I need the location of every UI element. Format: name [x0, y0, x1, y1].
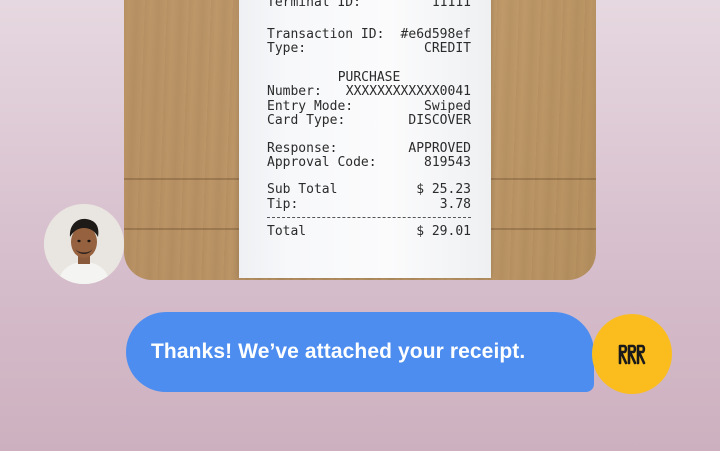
receipt-row-number: Number: XXXXXXXXXXXX0041	[267, 85, 471, 99]
receipt-value: 11111	[431, 0, 471, 10]
receipt-value: $ 29.01	[416, 224, 471, 239]
receipt-row-response: Response: APPROVED	[267, 142, 471, 156]
receipt-label: Transaction ID:	[267, 27, 385, 42]
receipt-row-type: Type: CREDIT	[267, 42, 471, 56]
receipt-label: Tip:	[267, 197, 299, 212]
customer-avatar[interactable]	[44, 204, 124, 284]
receipt-label: Response:	[267, 141, 338, 156]
receipt-paper: Terminal ID: 11111 Transaction ID: #e6d5…	[239, 0, 491, 278]
receipt-row-subtotal: Sub Total $ 25.23	[267, 183, 471, 197]
receipt-photo[interactable]: Terminal ID: 11111 Transaction ID: #e6d5…	[124, 0, 596, 280]
receipt-label: Type:	[267, 41, 307, 56]
receipt-value: APPROVED	[408, 141, 471, 156]
receipt-row-approval: Approval Code: 819543	[267, 156, 471, 170]
receipt-value: XXXXXXXXXXXX0041	[345, 84, 471, 99]
receipt-row-terminal: Terminal ID: 11111	[267, 0, 471, 10]
receipt-value: 819543	[424, 155, 471, 170]
receipt-divider	[267, 217, 471, 218]
receipt-label: Sub Total	[267, 182, 338, 197]
receipt-value: $ 25.23	[416, 182, 471, 197]
receipt-label: Total	[267, 224, 307, 239]
receipt-row-total: Total $ 29.01	[267, 225, 471, 239]
receipt-value: CREDIT	[424, 41, 471, 56]
receipt-value: 3.78	[439, 197, 471, 212]
receipt-label: Card Type:	[267, 113, 346, 128]
receipt-value: #e6d598ef	[400, 27, 471, 42]
receipt-row-entry-mode: Entry Mode: Swiped	[267, 100, 471, 114]
message-text: Thanks! We’ve attached your receipt.	[151, 340, 526, 363]
receipt-value: DISCOVER	[408, 113, 471, 128]
receipt-label: Number:	[267, 84, 322, 99]
receipt-label: Terminal ID:	[267, 0, 361, 10]
receipt-row-card-type: Card Type: DISCOVER	[267, 114, 471, 128]
receipt-purchase-heading: PURCHASE	[337, 70, 401, 85]
receipt-label: Approval Code:	[267, 155, 377, 170]
message-bubble[interactable]: Thanks! We’ve attached your receipt.	[126, 312, 594, 392]
person-portrait-icon	[44, 204, 124, 284]
triple-r-logo-icon	[618, 344, 646, 365]
receipt-row-transaction: Transaction ID: #e6d598ef	[267, 28, 471, 42]
sender-logo-avatar[interactable]	[592, 314, 672, 394]
receipt-row-tip: Tip: 3.78	[267, 198, 471, 212]
receipt-value: Swiped	[424, 99, 471, 114]
receipt-label: Entry Mode:	[267, 99, 354, 114]
